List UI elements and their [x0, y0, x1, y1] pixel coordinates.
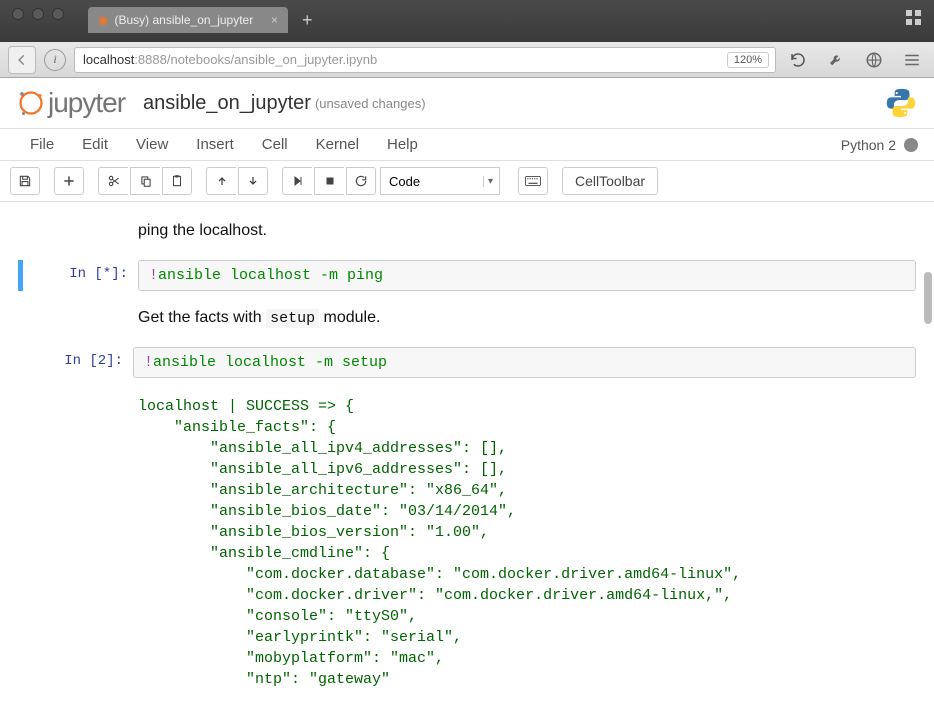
back-button[interactable] — [8, 46, 36, 74]
url-host: localhost — [83, 52, 134, 67]
kernel-busy-icon — [904, 138, 918, 152]
arrow-up-icon — [216, 175, 228, 187]
menu-help[interactable]: Help — [373, 130, 432, 159]
url-port: :8888 — [134, 52, 167, 67]
jupyter-favicon-icon: ◉ — [98, 13, 108, 27]
menu-cell[interactable]: Cell — [248, 130, 302, 159]
reload-icon — [789, 51, 807, 69]
scrollbar-thumb[interactable] — [924, 272, 932, 324]
scissors-icon — [107, 174, 121, 188]
command-palette-button[interactable] — [518, 167, 548, 195]
reload-button[interactable] — [784, 46, 812, 74]
paste-icon — [170, 174, 184, 188]
window-close-dot[interactable] — [12, 8, 24, 20]
move-down-button[interactable] — [238, 167, 268, 195]
jupyter-logo-icon — [16, 88, 46, 118]
cell-prompt-2: In [2]: — [18, 347, 133, 378]
cell-type-select[interactable]: Code — [380, 167, 500, 195]
code-input-2[interactable]: !ansible localhost -m setup — [133, 347, 916, 378]
run-button[interactable] — [282, 167, 312, 195]
tab-bar: ◉ (Busy) ansible_on_jupyter × + — [88, 7, 319, 33]
new-tab-button[interactable]: + — [296, 10, 319, 31]
copy-icon — [139, 174, 153, 188]
site-info-icon[interactable]: i — [44, 49, 66, 71]
url-bar: i localhost:8888/notebooks/ansible_on_ju… — [0, 42, 934, 78]
toolbar: Code CellToolbar — [0, 161, 934, 202]
interrupt-button[interactable] — [314, 167, 344, 195]
cell-output-2: localhost | SUCCESS => { "ansible_facts"… — [138, 396, 916, 690]
celltoolbar-label: CellToolbar — [575, 173, 645, 189]
jupyter-logo[interactable]: jupyter — [16, 87, 125, 119]
menu-insert[interactable]: Insert — [182, 130, 248, 159]
menu-view[interactable]: View — [122, 130, 182, 159]
menubar: File Edit View Insert Cell Kernel Help P… — [0, 129, 934, 161]
code-input-1[interactable]: !ansible localhost -m ping — [138, 260, 916, 291]
md2-code: setup — [266, 309, 319, 328]
keyboard-icon — [525, 175, 541, 187]
restart-icon — [354, 174, 368, 188]
save-icon — [18, 174, 32, 188]
menu-button[interactable] — [898, 46, 926, 74]
paste-button[interactable] — [162, 167, 192, 195]
menu-file[interactable]: File — [16, 130, 68, 159]
shell-bang-2: ! — [144, 354, 153, 371]
wrench-icon — [827, 51, 845, 69]
markdown-text-2[interactable]: Get the facts with setup module. — [138, 309, 916, 327]
arrow-left-icon — [15, 53, 29, 67]
apps-grid-icon[interactable] — [906, 10, 922, 26]
jupyter-header: jupyter ansible_on_jupyter (unsaved chan… — [0, 78, 934, 129]
cell-type-value: Code — [389, 174, 420, 189]
url-path: /notebooks/ansible_on_jupyter.ipynb — [167, 52, 377, 67]
notebook-status: (unsaved changes) — [315, 96, 426, 111]
cell-prompt-1: In [*]: — [23, 260, 138, 291]
code-text-1: ansible localhost -m ping — [158, 267, 383, 284]
chrome-right-controls — [906, 10, 922, 26]
cut-button[interactable] — [98, 167, 128, 195]
window-minimize-dot[interactable] — [32, 8, 44, 20]
python-logo-icon — [884, 86, 918, 120]
settings-button[interactable] — [822, 46, 850, 74]
restart-button[interactable] — [346, 167, 376, 195]
tab-close-icon[interactable]: × — [271, 13, 278, 27]
celltoolbar-select[interactable]: CellToolbar — [562, 167, 658, 195]
url-field[interactable]: localhost:8888/notebooks/ansible_on_jupy… — [74, 47, 776, 73]
menu-kernel[interactable]: Kernel — [302, 130, 373, 159]
jupyter-logo-text: jupyter — [48, 87, 125, 119]
md2-prefix: Get the facts with — [138, 309, 266, 326]
code-cell-2[interactable]: In [2]: !ansible localhost -m setup — [18, 347, 916, 378]
step-forward-icon — [292, 175, 304, 187]
md2-suffix: module. — [319, 309, 380, 326]
window-maximize-dot[interactable] — [52, 8, 64, 20]
kernel-name: Python 2 — [841, 137, 896, 153]
hamburger-icon — [903, 51, 921, 69]
browser-tab[interactable]: ◉ (Busy) ansible_on_jupyter × — [88, 7, 288, 33]
code-cell-1[interactable]: In [*]: !ansible localhost -m ping — [18, 260, 916, 291]
save-button[interactable] — [10, 167, 40, 195]
menu-edit[interactable]: Edit — [68, 130, 122, 159]
arrow-down-icon — [247, 175, 259, 187]
shell-bang-1: ! — [149, 267, 158, 284]
notebook-area: ping the localhost. In [*]: !ansible loc… — [0, 202, 934, 710]
notebook-name[interactable]: ansible_on_jupyter — [143, 92, 311, 115]
add-cell-button[interactable] — [54, 167, 84, 195]
window-controls — [0, 0, 76, 28]
globe-button[interactable] — [860, 46, 888, 74]
stop-icon — [324, 175, 336, 187]
code-text-2: ansible localhost -m setup — [153, 354, 387, 371]
copy-button[interactable] — [130, 167, 160, 195]
kernel-status[interactable]: Python 2 — [841, 137, 918, 153]
globe-icon — [865, 51, 883, 69]
move-up-button[interactable] — [206, 167, 236, 195]
markdown-text-1[interactable]: ping the localhost. — [138, 222, 916, 240]
plus-icon — [62, 174, 76, 188]
tab-title: (Busy) ansible_on_jupyter — [114, 13, 253, 27]
zoom-badge[interactable]: 120% — [727, 52, 769, 68]
browser-title-bar: ◉ (Busy) ansible_on_jupyter × + — [0, 0, 934, 42]
